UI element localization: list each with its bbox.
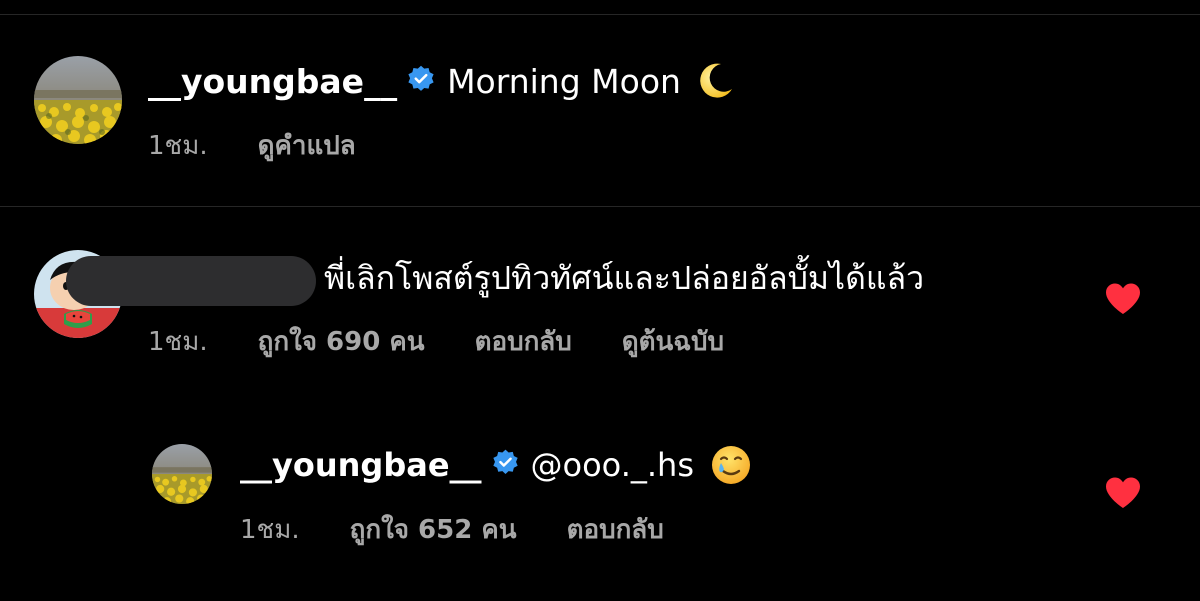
caption-text: Morning Moon bbox=[447, 61, 681, 101]
reply-likes-count[interactable]: ถูกใจ 652 คน bbox=[350, 509, 517, 550]
see-translation-button[interactable]: ดูคำแปล bbox=[258, 125, 356, 166]
top-divider bbox=[0, 14, 1200, 15]
section-divider bbox=[0, 206, 1200, 207]
comment-timestamp: 1ชม. bbox=[148, 326, 208, 357]
heart-filled-icon[interactable] bbox=[1104, 282, 1142, 316]
reply-meta: 1ชม. ถูกใจ 652 คน ตอบกลับ bbox=[240, 510, 714, 548]
redacted-username bbox=[66, 256, 316, 306]
comment-text: พี่เลิกโพสต์รูปทิวทัศน์และปล่อยอัลบั้มได… bbox=[324, 258, 925, 297]
caption-timestamp: 1ชม. bbox=[148, 130, 208, 161]
reply-timestamp: 1ชม. bbox=[240, 514, 300, 545]
see-original-button[interactable]: ดูต้นฉบับ bbox=[622, 321, 724, 362]
caption-username[interactable]: __youngbae__ bbox=[148, 62, 397, 101]
heart-filled-icon[interactable] bbox=[1104, 476, 1142, 510]
caption-avatar[interactable] bbox=[34, 56, 122, 144]
smiling-tear-emoji bbox=[710, 444, 752, 486]
reply-line: __youngbae__ @ooo._.hs bbox=[240, 442, 752, 488]
caption-meta: 1ชม. ดูคำแปล bbox=[148, 126, 406, 164]
comment-line: พี่เลิกโพสต์รูปทิวทัศน์และปล่อยอัลบั้มได… bbox=[324, 253, 924, 303]
reply-reply-button[interactable]: ตอบกลับ bbox=[567, 509, 664, 550]
comment-reply-button[interactable]: ตอบกลับ bbox=[475, 321, 572, 362]
caption-line: __youngbae__ Morning Moon bbox=[148, 58, 735, 104]
reply-mention-link[interactable]: @ooo._.hs bbox=[531, 446, 694, 484]
comment-likes-count[interactable]: ถูกใจ 690 คน bbox=[258, 321, 425, 362]
verified-badge-icon bbox=[492, 446, 519, 484]
reply-avatar[interactable] bbox=[152, 444, 212, 504]
reply-username[interactable]: __youngbae__ bbox=[240, 446, 482, 484]
verified-badge-icon bbox=[407, 62, 435, 101]
comment-meta: 1ชม. ถูกใจ 690 คน ตอบกลับ ดูต้นฉบับ bbox=[148, 322, 774, 360]
moon-emoji bbox=[695, 61, 735, 101]
